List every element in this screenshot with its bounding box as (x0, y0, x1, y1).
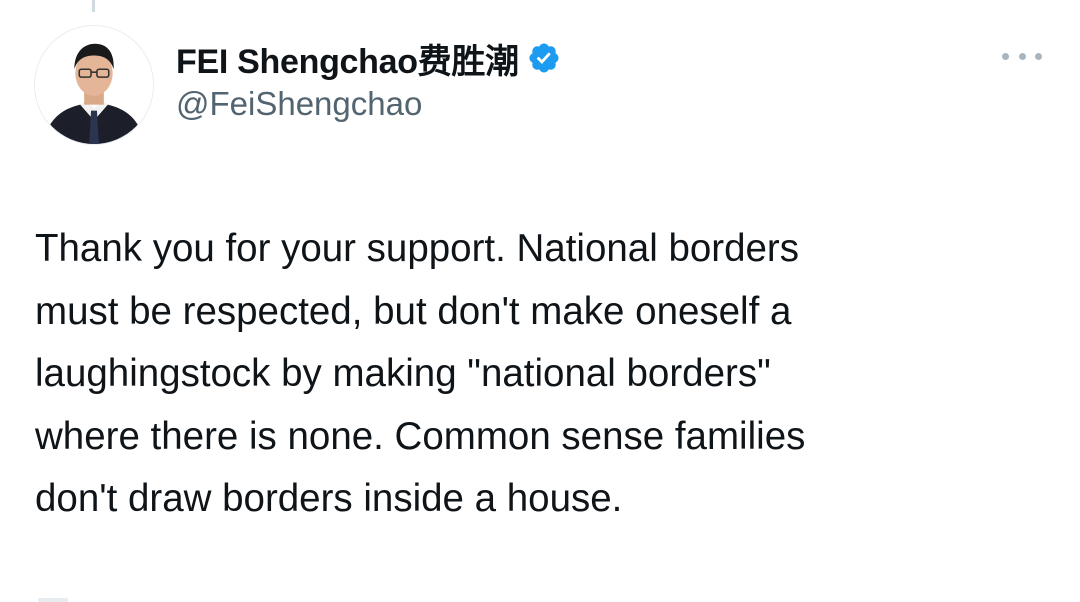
more-dot (1035, 52, 1042, 60)
more-dot (1002, 52, 1009, 60)
author-handle[interactable]: @FeiShengchao (176, 85, 422, 123)
tweet-text: Thank you for your support. National bor… (35, 218, 1055, 531)
cropped-element-hint (38, 598, 68, 602)
avatar[interactable] (34, 25, 154, 145)
author-name-row: FEI Shengchao费胜潮 (176, 34, 561, 82)
thread-connector-line (92, 0, 95, 12)
verified-badge-icon[interactable] (527, 41, 561, 75)
avatar-photo-icon (35, 26, 153, 144)
author-display-name[interactable]: FEI Shengchao费胜潮 (176, 34, 519, 83)
more-dot (1018, 52, 1026, 60)
tweet-text-line: must be respected, but don't make onesel… (35, 289, 792, 333)
tweet-text-line: where there is none. Common sense famili… (35, 414, 806, 458)
tweet-text-line: Thank you for your support. National bor… (35, 227, 799, 270)
more-options-icon[interactable] (1002, 46, 1042, 66)
tweet-text-line: laughingstock by making "national border… (35, 352, 771, 395)
tweet-text-line: don't draw borders inside a house. (35, 477, 623, 520)
